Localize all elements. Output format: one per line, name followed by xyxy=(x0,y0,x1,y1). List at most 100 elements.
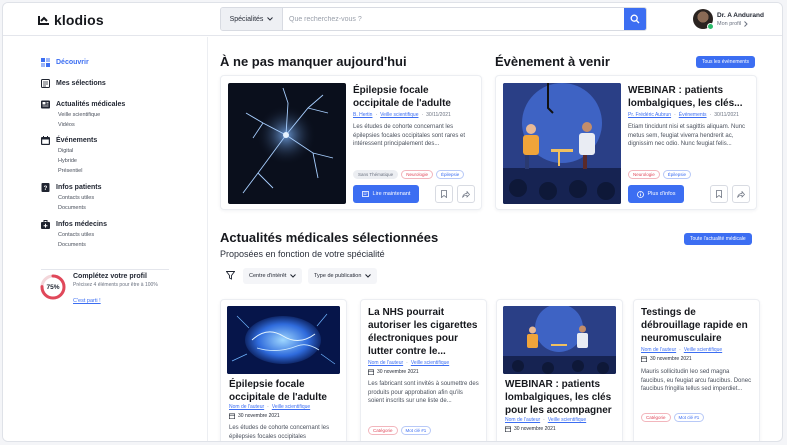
news-card[interactable]: WEBINAR : patients lombalgiques, les clé… xyxy=(496,299,623,441)
calendar-icon xyxy=(641,356,647,362)
profile-link[interactable]: Mon profil xyxy=(717,21,764,27)
chevron-down-icon xyxy=(267,17,274,21)
sidebar-item-infos-patients[interactable]: ? Infos patients Contacts utiles Documen… xyxy=(41,182,102,212)
profile-text: Précisez 4 éléments pour être à 100% xyxy=(73,282,158,288)
article-excerpt: Les études de cohorte concernant les épi… xyxy=(353,124,466,147)
chevron-right-icon xyxy=(744,20,748,27)
news-card-meta: Nom de l'auteur · Veille scientifique xyxy=(368,360,449,366)
medical-bag-icon xyxy=(41,219,50,229)
tag[interactable]: Mot clé #1 xyxy=(673,413,705,422)
date-text: 30 novembre 2021 xyxy=(650,356,692,362)
tag[interactable]: Catégorie xyxy=(368,426,398,435)
news-title: Actualités médicales sélectionnées xyxy=(220,230,439,245)
event-excerpt: Etiam tincidunt nisi et sagittis aliquam… xyxy=(628,124,746,147)
category-link[interactable]: Veille scientifique xyxy=(684,347,722,353)
specialty-select[interactable]: Spécialités xyxy=(221,8,283,30)
progress-percent: 75% xyxy=(46,283,60,291)
news-card-title[interactable]: Testings de débrouillage rapide en neuro… xyxy=(641,306,755,345)
sidebar-item-infos-medecins[interactable]: Infos médecins Contacts utiles Documents xyxy=(41,219,107,249)
top-bar: klodios Spécialités Dr. A Andurand Mon p… xyxy=(3,3,782,36)
category-link[interactable]: Veille scientifique xyxy=(411,360,449,366)
svg-text:?: ? xyxy=(44,186,48,192)
sidebar-item-decouvrir[interactable]: Découvrir xyxy=(41,57,89,67)
sidebar-subitem-documents[interactable]: Documents xyxy=(58,205,102,212)
sidebar-item-label: Actualités médicales xyxy=(56,100,126,108)
author-link[interactable]: Nom de l'auteur xyxy=(505,417,540,423)
bookmark-button[interactable] xyxy=(435,185,453,203)
meta-separator: · xyxy=(406,360,408,366)
author-link[interactable]: Nom de l'auteur xyxy=(368,360,403,366)
meta-separator: · xyxy=(375,112,378,118)
sidebar-item-evenements[interactable]: Événements Digital Hybride Présentiel xyxy=(41,135,97,175)
tag[interactable]: Sans Thématique xyxy=(353,170,399,179)
divider xyxy=(41,269,169,270)
bookmark-button[interactable] xyxy=(710,185,728,203)
webinar-image xyxy=(503,306,616,374)
filter-icon[interactable] xyxy=(226,271,235,280)
news-card-title[interactable]: La NHS pourrait autoriser les cigarettes… xyxy=(368,306,482,358)
news-card-title[interactable]: Épilepsie focale occipitale de l'adulte xyxy=(229,378,341,404)
article-title[interactable]: Épilepsie focale occipitale de l'adulte xyxy=(353,84,477,110)
search-button[interactable] xyxy=(624,8,646,30)
profile-start-link[interactable]: C'est parti ! xyxy=(73,298,101,304)
interest-filter[interactable]: Centre d'intérêt xyxy=(243,268,303,284)
sidebar-item-selections[interactable]: Mes sélections xyxy=(41,78,106,88)
chevron-down-icon xyxy=(365,274,372,278)
sidebar-subitem-hybride[interactable]: Hybride xyxy=(58,158,97,165)
sidebar-subitem-presentiel[interactable]: Présentiel xyxy=(58,168,97,175)
event-card[interactable]: WEBINAR : patients lombalgiques, les clé… xyxy=(495,75,757,210)
share-button[interactable] xyxy=(457,185,475,203)
profile-link-label: Mon profil xyxy=(717,20,742,27)
user-menu[interactable]: Dr. A Andurand Mon profil xyxy=(693,9,764,30)
category-link[interactable]: Veille scientifique xyxy=(272,404,310,410)
news-card[interactable]: La NHS pourrait autoriser les cigarettes… xyxy=(360,299,487,441)
sidebar-subitem-documents[interactable]: Documents xyxy=(58,242,107,249)
event-card-title[interactable]: WEBINAR : patients lombalgiques, les clé… xyxy=(628,84,752,110)
info-icon xyxy=(636,190,644,198)
more-info-button[interactable]: Plus d'infos xyxy=(628,185,684,203)
tag[interactable]: Mot clé #1 xyxy=(400,426,432,435)
publication-type-filter[interactable]: Type de publication xyxy=(308,268,378,284)
sidebar-subitem-contacts[interactable]: Contacts utiles xyxy=(58,232,107,239)
category-link[interactable]: Veille scientifique xyxy=(380,112,418,118)
news-card-date: 30 novembre 2021 xyxy=(229,413,280,419)
share-button[interactable] xyxy=(732,185,750,203)
tag[interactable]: Épilepsie xyxy=(662,170,692,179)
sidebar: Découvrir Mes sélections Actualités médi… xyxy=(3,37,208,441)
logo[interactable]: klodios xyxy=(38,12,104,28)
sidebar-item-actualites[interactable]: Actualités médicales Veille scientifique… xyxy=(41,99,125,129)
news-card-meta: Nom de l'auteur · Veille scientifique xyxy=(641,347,722,353)
author-link[interactable]: Nom de l'auteur xyxy=(229,404,264,410)
read-now-button[interactable]: Lire maintenant xyxy=(353,185,419,203)
category-link[interactable]: Événements xyxy=(679,112,707,118)
news-card[interactable]: Épilepsie focale occipitale de l'adulte … xyxy=(220,299,347,441)
search-input[interactable] xyxy=(283,8,624,30)
news-card-excerpt: Mauris sollicitudin leo sed magna faucib… xyxy=(641,369,752,392)
author-link[interactable]: B. Hertin xyxy=(353,112,372,118)
share-icon xyxy=(737,190,745,198)
grid-icon xyxy=(41,57,50,67)
author-link[interactable]: Nom de l'auteur xyxy=(641,347,676,353)
app-window: klodios Spécialités Dr. A Andurand Mon p… xyxy=(2,2,783,442)
tag[interactable]: Catégorie xyxy=(641,413,671,422)
tag[interactable]: Neurologie xyxy=(401,170,433,179)
sidebar-subitem-veille[interactable]: Veille scientifique xyxy=(58,112,125,119)
featured-article-card[interactable]: Épilepsie focale occipitale de l'adulte … xyxy=(220,75,482,210)
neuron-image xyxy=(228,83,346,204)
tag[interactable]: Épilepsie xyxy=(435,170,465,179)
all-events-button[interactable]: Tous les évènements xyxy=(696,56,755,68)
webinar-image xyxy=(503,83,621,204)
author-link[interactable]: Pr. Frédéric Aubrun xyxy=(628,112,671,118)
news-card-title[interactable]: WEBINAR : patients lombalgiques, les clé… xyxy=(505,378,617,417)
all-news-button[interactable]: Toute l'actualité médicale xyxy=(684,233,752,245)
sidebar-subitem-videos[interactable]: Vidéos xyxy=(58,122,125,129)
klodios-logo-icon xyxy=(38,16,49,25)
sidebar-subitem-digital[interactable]: Digital xyxy=(58,148,97,155)
tag[interactable]: Neurologie xyxy=(628,170,660,179)
category-link[interactable]: Veille scientifique xyxy=(548,417,586,423)
news-card[interactable]: Testings de débrouillage rapide en neuro… xyxy=(633,299,760,441)
meta-separator: · xyxy=(421,112,424,118)
sidebar-subitem-contacts[interactable]: Contacts utiles xyxy=(58,195,102,202)
logo-text: klodios xyxy=(54,12,104,28)
tag-list: Sans Thématique Neurologie Épilepsie xyxy=(353,170,465,179)
